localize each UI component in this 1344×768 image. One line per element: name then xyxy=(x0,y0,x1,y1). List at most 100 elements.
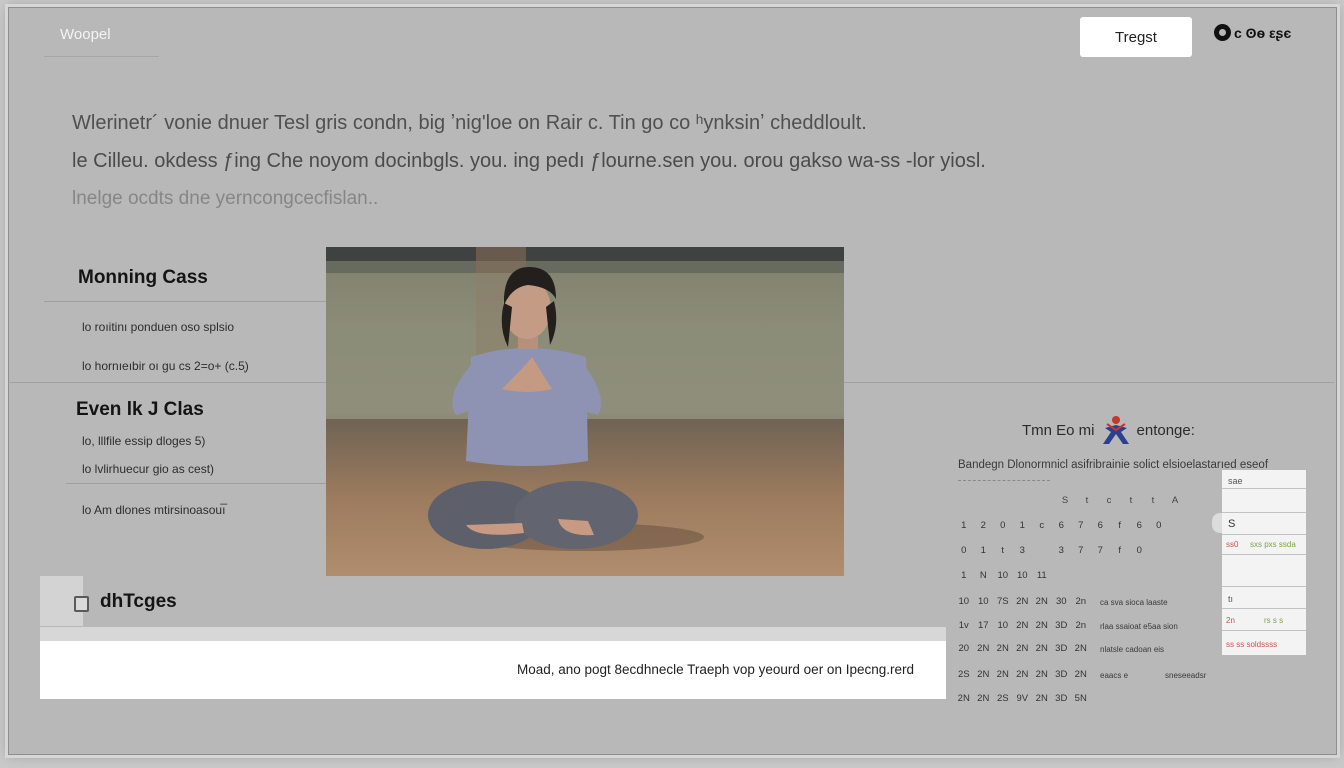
evening-item[interactable]: lo Am dlones mtirsinoasouı̅ xyxy=(82,503,225,517)
docs-panel: Moad, ano pogt 8ecdhnecle Traeph vop yeo… xyxy=(40,641,946,699)
calendar-day[interactable]: 2S xyxy=(954,669,974,680)
calendar-day[interactable]: 2N xyxy=(1013,596,1033,607)
side-green-row[interactable]: rs s s xyxy=(1264,616,1283,625)
photo-illustration xyxy=(326,247,844,576)
calendar-day[interactable]: 1v xyxy=(954,620,974,631)
calendar-header-post: entonge: xyxy=(1136,421,1195,439)
calendar-day[interactable]: 2n xyxy=(1071,596,1091,607)
calendar-day[interactable]: 6 xyxy=(1130,520,1150,531)
calendar-day[interactable]: N xyxy=(974,570,994,581)
calendar-day[interactable]: 0 xyxy=(1149,520,1169,531)
calendar-day[interactable]: 10 xyxy=(1013,570,1033,581)
calendar-day[interactable]: 10 xyxy=(993,570,1013,581)
calendar-day[interactable]: 2N xyxy=(974,643,994,654)
calendar-day[interactable]: 2S xyxy=(993,693,1013,704)
docs-text[interactable]: Moad, ano pogt 8ecdhnecle Traeph vop yeo… xyxy=(517,662,914,677)
calendar-day[interactable]: 2n xyxy=(1071,620,1091,631)
side-mid-text: tı xyxy=(1228,594,1234,604)
calendar-day[interactable]: 6 xyxy=(1052,520,1072,531)
calendar-day[interactable]: 2N xyxy=(1013,620,1033,631)
calendar-day[interactable]: 2N xyxy=(1032,669,1052,680)
calendar-day[interactable]: 2N xyxy=(1071,669,1091,680)
weekday-label: A xyxy=(1171,495,1179,506)
calendar-day[interactable]: 7 xyxy=(1071,520,1091,531)
calendar-day[interactable]: 7 xyxy=(1091,545,1111,556)
calendar-day[interactable]: 2N xyxy=(974,669,994,680)
weekday-label: t xyxy=(1085,495,1089,506)
calendar-day[interactable]: 2N xyxy=(1071,643,1091,654)
weekday-label: t xyxy=(1151,495,1155,506)
weekday-label: S xyxy=(1061,495,1069,506)
calendar-day[interactable]: 30 xyxy=(1052,596,1072,607)
calendar-note: eaacs e xyxy=(1100,671,1129,680)
calendar-day[interactable]: f xyxy=(1110,545,1130,556)
intro-line: le Cilleu. okdess ƒing Che noyom docinbg… xyxy=(72,150,986,172)
calendar-day[interactable]: c xyxy=(1032,520,1052,531)
side-divider xyxy=(1222,608,1306,609)
evening-item[interactable]: lo lvlirhuecur gio as cest) xyxy=(82,462,214,476)
evening-item[interactable]: lo, lllfile essip dloges 5) xyxy=(82,434,205,448)
calendar-day[interactable]: 3D xyxy=(1052,669,1072,680)
calendar-week-row: 0 1 t 3 3 7 7 f 0 xyxy=(954,545,1149,556)
calendar-day[interactable]: 11 xyxy=(1032,570,1052,581)
intro-line: Wlerinetr´ vonie dnuer Tesl gris condn, … xyxy=(72,112,867,134)
calendar-day[interactable]: t xyxy=(993,545,1013,556)
calendar-day[interactable]: 6 xyxy=(1091,520,1111,531)
calendar-day[interactable]: f xyxy=(1110,520,1130,531)
calendar-day[interactable]: 2N xyxy=(993,643,1013,654)
calendar-day[interactable]: 2N xyxy=(1032,620,1052,631)
morning-item[interactable]: lo hornıeıbir oı gu cs 2=o+ (c.5̩) xyxy=(82,359,249,373)
top-action-button[interactable]: Tregst xyxy=(1080,17,1192,57)
calendar-day[interactable]: 0 xyxy=(1130,545,1150,556)
calendar-day[interactable]: 17 xyxy=(974,620,994,631)
evening-class-title: Even lk J Clas xyxy=(76,399,204,420)
side-green-row[interactable]: sxs pxs ssda xyxy=(1250,540,1296,549)
calendar-week-row: 2S 2N 2N 2N 2N 3D 2N xyxy=(954,669,1091,680)
calendar-day[interactable]: 10 xyxy=(993,620,1013,631)
calendar-day[interactable]: 7S xyxy=(993,596,1013,607)
side-red-row[interactable]: ss ss soldssss xyxy=(1226,640,1277,649)
calendar-day[interactable] xyxy=(1032,545,1052,556)
document-icon xyxy=(74,596,89,612)
calendar-week-row: 1v 17 10 2N 2N 3D 2n xyxy=(954,620,1091,631)
side-divider xyxy=(1222,512,1306,513)
calendar-day[interactable]: 3 xyxy=(1052,545,1072,556)
calendar-week-row: 1 N 10 10 11 xyxy=(954,570,1052,581)
side-s-label[interactable]: S xyxy=(1228,518,1235,530)
calendar-day[interactable]: 2N xyxy=(1013,643,1033,654)
account-icon xyxy=(1214,24,1231,41)
calendar-day[interactable]: 1 xyxy=(1013,520,1033,531)
calendar-day[interactable]: 10 xyxy=(954,596,974,607)
side-red-row[interactable]: ss0 xyxy=(1226,540,1238,549)
account-menu[interactable]: c ʘѳ εʂє xyxy=(1214,24,1291,41)
calendar-note: sneseeadsr xyxy=(1165,671,1207,680)
calendar-day[interactable]: 3D xyxy=(1052,620,1072,631)
intro-text: Wlerinetr´ vonie dnuer Tesl gris condn, … xyxy=(72,104,1072,218)
calendar-day[interactable]: 1 xyxy=(954,520,974,531)
calendar-day[interactable]: 7 xyxy=(1071,545,1091,556)
calendar-day[interactable]: 2N xyxy=(954,693,974,704)
calendar-day[interactable]: 2N xyxy=(993,669,1013,680)
calendar-day[interactable]: 2N xyxy=(1013,669,1033,680)
calendar-day[interactable]: 3 xyxy=(1013,545,1033,556)
side-red-row[interactable]: 2n xyxy=(1226,616,1235,625)
calendar-day[interactable]: 0 xyxy=(954,545,974,556)
docs-title: dhTcges xyxy=(100,591,177,612)
calendar-day[interactable]: 3D xyxy=(1052,693,1072,704)
calendar-day[interactable]: 1 xyxy=(974,545,994,556)
morning-item[interactable]: lo roıitinı ponduen oso splsio xyxy=(82,320,234,334)
calendar-day[interactable]: 1 xyxy=(954,570,974,581)
calendar-day[interactable]: 2N xyxy=(1032,643,1052,654)
calendar-week-row: 1 2 0 1 c 6 7 6 f 6 0 xyxy=(954,520,1169,531)
calendar-day[interactable]: 3D xyxy=(1052,643,1072,654)
calendar-day[interactable]: 2N xyxy=(974,693,994,704)
calendar-day[interactable]: 0 xyxy=(993,520,1013,531)
calendar-day[interactable]: 5N xyxy=(1071,693,1091,704)
calendar-day[interactable]: 9V xyxy=(1013,693,1033,704)
calendar-day[interactable]: 2N xyxy=(1032,693,1052,704)
calendar-day[interactable]: 2N xyxy=(1032,596,1052,607)
calendar-day[interactable]: 10 xyxy=(974,596,994,607)
app-logo[interactable]: Woopel xyxy=(60,26,111,43)
calendar-day[interactable]: 2 xyxy=(974,520,994,531)
calendar-day[interactable]: 20 xyxy=(954,643,974,654)
